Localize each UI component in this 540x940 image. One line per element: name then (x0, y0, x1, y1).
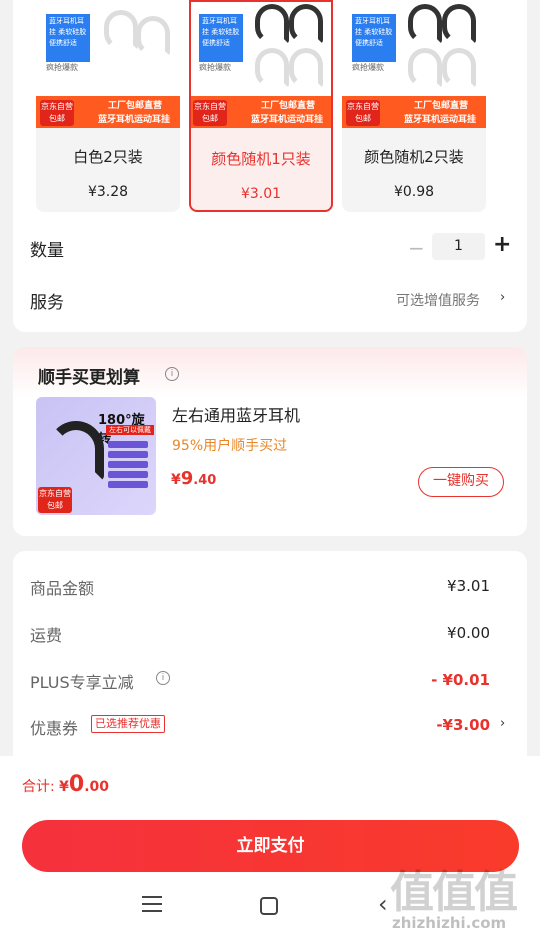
summary-label-goods: 商品金额 (30, 579, 95, 598)
product-options-card: 蓝牙耳机耳挂 柔软硅胶 便携舒适 疯抢爆款 工厂包邮直营 蓝牙耳机运动耳挂 京东… (13, 0, 527, 332)
earhook-icon (442, 4, 476, 44)
chevron-right-icon: › (500, 290, 506, 305)
summary-label-plus: PLUS专享立减 (30, 673, 134, 692)
variant-option-random-1[interactable]: 蓝牙耳机耳挂 柔软硅胶 便携舒适 疯抢爆款 工厂包邮直营 蓝牙耳机运动耳挂 京东… (189, 0, 333, 212)
variant-option-white-2[interactable]: 蓝牙耳机耳挂 柔软硅胶 便携舒适 疯抢爆款 工厂包邮直营 蓝牙耳机运动耳挂 京东… (36, 0, 180, 212)
earhook-icon (408, 48, 442, 88)
banner-text-2: 蓝牙耳机运动耳挂 (403, 115, 476, 125)
price-currency: ¥ (171, 472, 181, 488)
summary-label-shipping: 运费 (30, 626, 63, 645)
price-integer: 9 (180, 468, 194, 489)
order-summary-card: 商品金额 ¥3.01 运费 ¥0.00 PLUS专享立减 i - ¥0.01 优… (13, 551, 527, 756)
banner-text-1: 工厂包邮直营 (260, 101, 315, 111)
earhook-icon (289, 48, 323, 88)
variant-price: ¥3.28 (87, 184, 129, 200)
earhook-icon (255, 4, 289, 44)
total-decimal: .00 (84, 779, 110, 795)
banner-text-1: 工厂包邮直营 (413, 101, 468, 111)
bundle-subtitle: 95%用户顺手买过 (172, 438, 288, 454)
bundle-recommendation-card: 顺手买更划算 i 180°旋转 左右可以佩戴 京东自营 包邮 左右通用蓝牙耳机 … (13, 347, 527, 536)
summary-label-coupon: 优惠券 (30, 719, 79, 738)
watermark-url: zhizhizhi.com (392, 914, 507, 932)
watermark-logo: 值值值 (390, 867, 518, 918)
thumb-tag: 蓝牙耳机耳挂 柔软硅胶 便携舒适 (199, 14, 243, 62)
jd-self-operated-badge: 京东自营 包邮 (40, 100, 74, 126)
one-click-buy-button[interactable]: 一键购买 (418, 467, 504, 497)
earhook-icon (104, 10, 138, 50)
price-decimal: .40 (193, 473, 217, 488)
total-currency: ¥ (59, 779, 69, 795)
nav-home-icon[interactable] (260, 897, 278, 915)
service-label: 服务 (30, 293, 64, 313)
earhook-icon (408, 4, 442, 44)
summary-value-goods: ¥3.01 (447, 577, 490, 595)
variant-name: 白色2只装 (73, 148, 143, 166)
info-icon[interactable]: i (165, 367, 179, 381)
earhook-icon (255, 48, 289, 88)
variant-price: ¥3.01 (240, 186, 282, 202)
banner-text-2: 蓝牙耳机运动耳挂 (250, 115, 323, 125)
summary-value-coupon: -¥3.00 (436, 716, 490, 734)
summary-value-plus: - ¥0.01 (431, 671, 490, 689)
banner-text-2: 蓝牙耳机运动耳挂 (97, 115, 170, 125)
image-caption-tag: 左右可以佩戴 (106, 425, 154, 435)
variant-name: 颜色随机2只装 (364, 148, 464, 166)
coupon-recommended-tag: 已选推荐优惠 (91, 715, 165, 733)
chevron-right-icon: › (500, 716, 506, 731)
feature-list-graphic (108, 441, 148, 491)
total-integer: 0 (68, 772, 85, 797)
quantity-label: 数量 (30, 241, 64, 261)
total-label: 合计: (22, 779, 60, 795)
variant-thumbnail: 蓝牙耳机耳挂 柔软硅胶 便携舒适 疯抢爆款 工厂包邮直营 蓝牙耳机运动耳挂 京东… (342, 0, 486, 128)
bundle-product-name[interactable]: 左右通用蓝牙耳机 (172, 402, 300, 426)
variant-thumbnail: 蓝牙耳机耳挂 柔软硅胶 便携舒适 疯抢爆款 工厂包邮直营 蓝牙耳机运动耳挂 京东… (36, 0, 180, 128)
banner-text-1: 工厂包邮直营 (107, 101, 162, 111)
info-icon[interactable]: i (156, 671, 170, 685)
thumb-hot-label: 疯抢爆款 (352, 63, 384, 72)
jd-self-operated-badge: 京东自营 包邮 (346, 100, 380, 126)
nav-menu-icon[interactable] (142, 896, 162, 917)
variant-name: 颜色随机1只装 (211, 150, 311, 168)
earhook-icon (289, 4, 323, 44)
jd-self-operated-badge: 京东自营 包邮 (193, 100, 227, 126)
variant-thumbnail: 蓝牙耳机耳挂 柔软硅胶 便携舒适 疯抢爆款 工厂包邮直营 蓝牙耳机运动耳挂 京东… (191, 2, 331, 128)
summary-value-shipping: ¥0.00 (447, 624, 490, 642)
checkout-bottom-bar: 合计: ¥0.00 立即支付 ‹ 值值值 zhizhizhi.com (0, 756, 540, 940)
total-amount: 合计: ¥0.00 (22, 772, 109, 797)
earhook-icon (136, 16, 170, 56)
bundle-title: 顺手买更划算 (38, 368, 140, 388)
variant-option-random-2[interactable]: 蓝牙耳机耳挂 柔软硅胶 便携舒适 疯抢爆款 工厂包邮直营 蓝牙耳机运动耳挂 京东… (342, 0, 486, 212)
bundle-product-image[interactable]: 180°旋转 左右可以佩戴 京东自营 包邮 (36, 397, 156, 515)
thumb-tag: 蓝牙耳机耳挂 柔软硅胶 便携舒适 (352, 14, 396, 62)
variant-price: ¥0.98 (393, 184, 435, 200)
bundle-price: ¥9.40 (171, 468, 216, 489)
checkout-page: 蓝牙耳机耳挂 柔软硅胶 便携舒适 疯抢爆款 工厂包邮直营 蓝牙耳机运动耳挂 京东… (0, 0, 540, 940)
earphone-icon (48, 421, 104, 481)
thumb-tag: 蓝牙耳机耳挂 柔软硅胶 便携舒适 (46, 14, 90, 62)
thumb-hot-label: 疯抢爆款 (199, 63, 231, 72)
earhook-icon (442, 48, 476, 88)
service-value: 可选增值服务 (396, 293, 480, 309)
nav-back-icon[interactable]: ‹ (378, 890, 388, 918)
quantity-decrement-button[interactable]: − (408, 236, 425, 260)
thumb-hot-label: 疯抢爆款 (46, 63, 78, 72)
quantity-input[interactable]: 1 (432, 233, 485, 260)
quantity-increment-button[interactable]: + (493, 232, 511, 257)
jd-self-operated-badge: 京东自营 包邮 (38, 487, 72, 513)
